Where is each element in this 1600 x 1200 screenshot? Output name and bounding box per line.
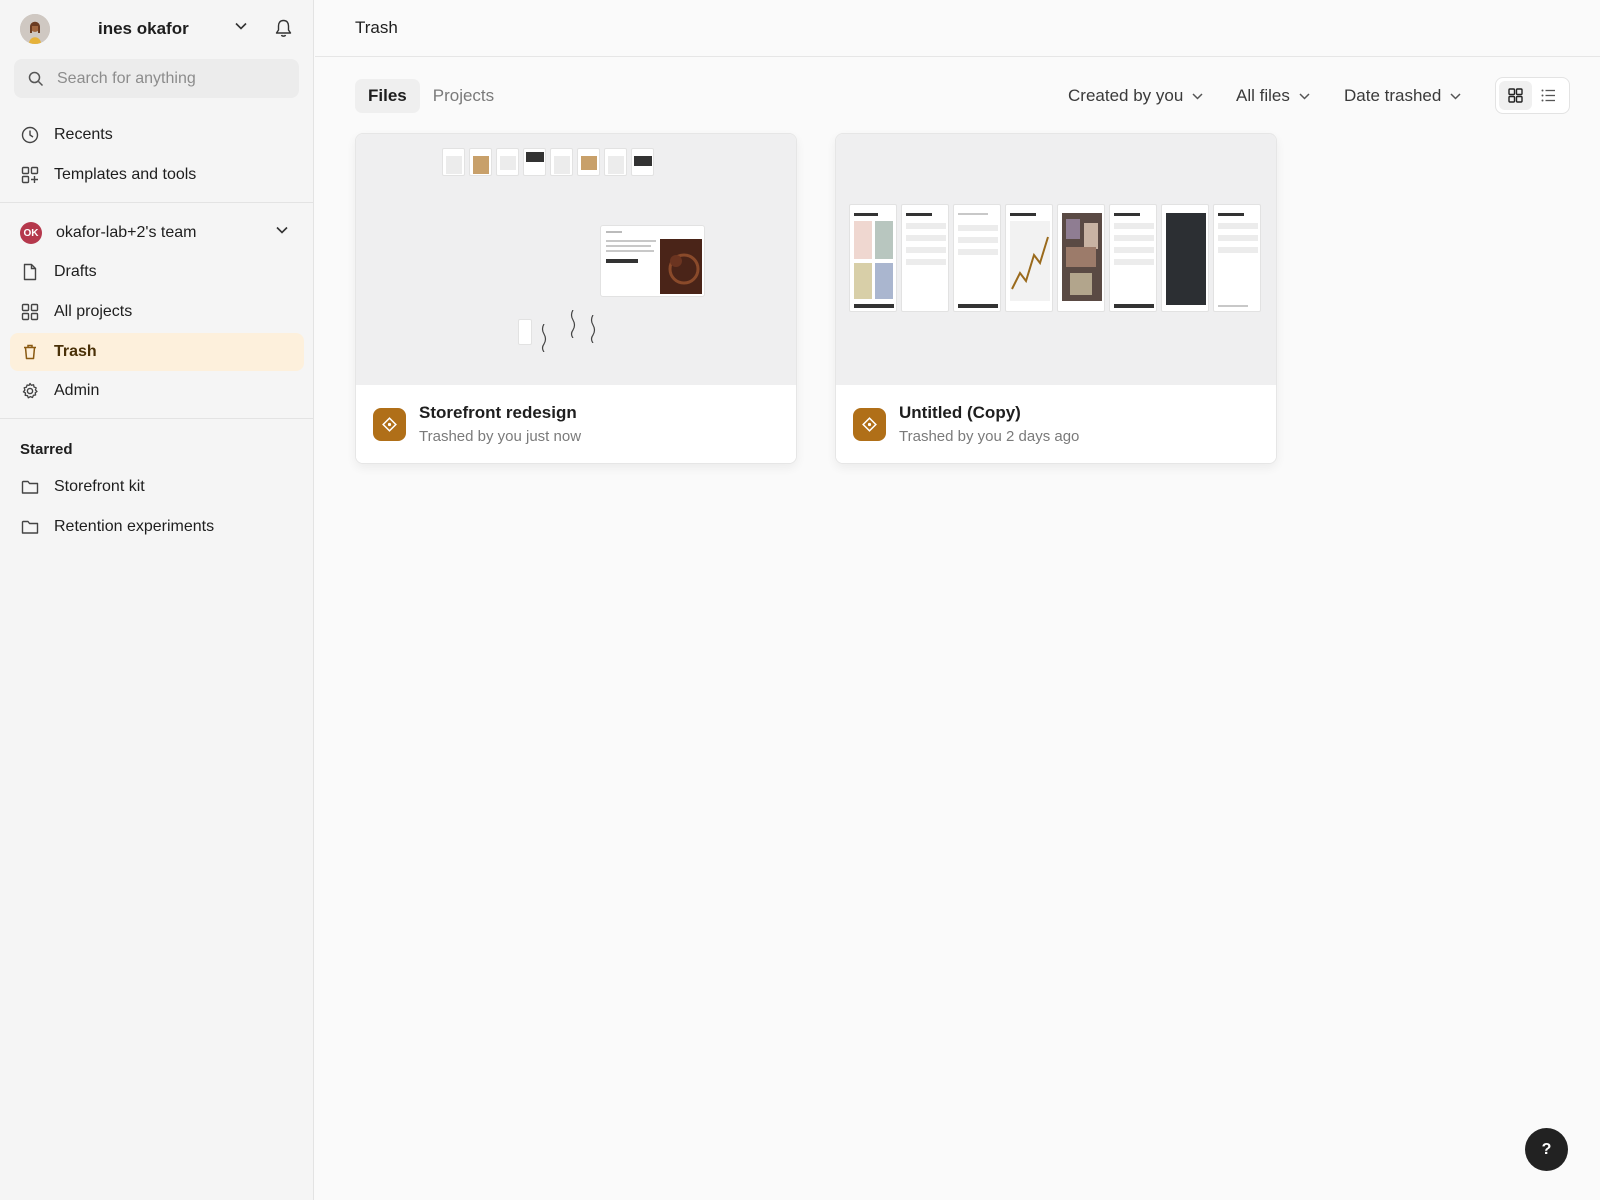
page-title: Trash [355,18,398,37]
tab-files[interactable]: Files [355,79,420,113]
design-file-icon [853,408,886,441]
bell-icon[interactable] [275,19,292,38]
created-by-filter[interactable]: Created by you [1068,86,1203,106]
clock-icon [21,126,39,144]
file-icon [23,263,37,281]
tab-projects[interactable]: Projects [420,79,507,113]
file-thumbnail [356,134,796,385]
file-card[interactable]: Storefront redesign Trashed by you just … [355,133,797,464]
card-footer: Storefront redesign Trashed by you just … [356,385,796,463]
design-file-icon [373,408,406,441]
team-name[interactable]: okafor-lab+2's team [56,224,196,242]
grid-view-button[interactable] [1499,81,1532,110]
nav-label: Admin [54,382,100,399]
search-icon [28,71,44,86]
nav-admin[interactable]: Admin [10,372,304,410]
help-button[interactable]: ? [1525,1128,1568,1171]
chevron-down-icon [1192,92,1203,100]
sort-filter[interactable]: Date trashed [1344,86,1461,106]
search-box[interactable] [14,59,299,98]
user-name[interactable]: ines okafor [98,19,189,39]
nav-label: Storefront kit [54,478,145,495]
file-trashed-meta: Trashed by you just now [419,428,582,445]
filter-label: All files [1236,86,1290,105]
nav-label: Recents [54,126,113,143]
avatar[interactable] [20,14,50,44]
nav-label: All projects [54,303,133,320]
chevron-down-icon [1450,92,1461,100]
file-name: Storefront redesign [419,403,577,422]
nav-label: Trash [54,343,97,360]
team-badge: OK [20,222,42,244]
sidebar-divider [0,418,314,419]
grid-icon [1508,88,1523,103]
tab-bar: Files Projects [355,79,507,113]
chevron-down-icon[interactable] [276,226,288,234]
sidebar: ines okafor Recents Templates and tools [0,0,314,1200]
view-toggle [1495,77,1570,114]
trash-icon [24,344,36,360]
file-name: Untitled (Copy) [899,403,1021,422]
sidebar-divider [0,202,314,203]
file-type-filter[interactable]: All files [1236,86,1310,106]
account-switcher[interactable]: ines okafor [20,13,290,45]
filter-label: Date trashed [1344,86,1442,105]
file-trashed-meta: Trashed by you 2 days ago [899,428,1080,445]
nav-trash[interactable]: Trash [10,333,304,371]
chevron-down-icon[interactable] [235,22,247,30]
list-view-button[interactable] [1532,81,1565,110]
search-input[interactable] [57,69,287,88]
nav-templates-and-tools[interactable]: Templates and tools [10,156,304,194]
nav-all-projects[interactable]: All projects [10,293,304,331]
chevron-down-icon [1299,92,1310,100]
starred-item[interactable]: Retention experiments [10,508,304,546]
file-card[interactable]: Untitled (Copy) Trashed by you 2 days ag… [835,133,1277,464]
team-switcher[interactable]: OK okafor-lab+2's team [20,220,296,246]
grid-icon [21,303,39,321]
gear-icon [22,382,38,399]
templates-icon [21,166,39,184]
nav-label: Templates and tools [54,166,197,183]
folder-icon [21,480,39,494]
list-icon [1541,89,1555,102]
starred-item[interactable]: Storefront kit [10,468,304,506]
folder-icon [21,520,39,534]
top-bar: Trash [315,0,1600,57]
card-footer: Untitled (Copy) Trashed by you 2 days ag… [836,385,1276,463]
nav-recents[interactable]: Recents [10,116,304,154]
filter-label: Created by you [1068,86,1184,105]
nav-label: Retention experiments [54,518,215,535]
file-thumbnail [836,134,1276,385]
nav-label: Drafts [54,263,97,280]
nav-drafts[interactable]: Drafts [10,253,304,291]
starred-section-title: Starred [20,441,73,458]
